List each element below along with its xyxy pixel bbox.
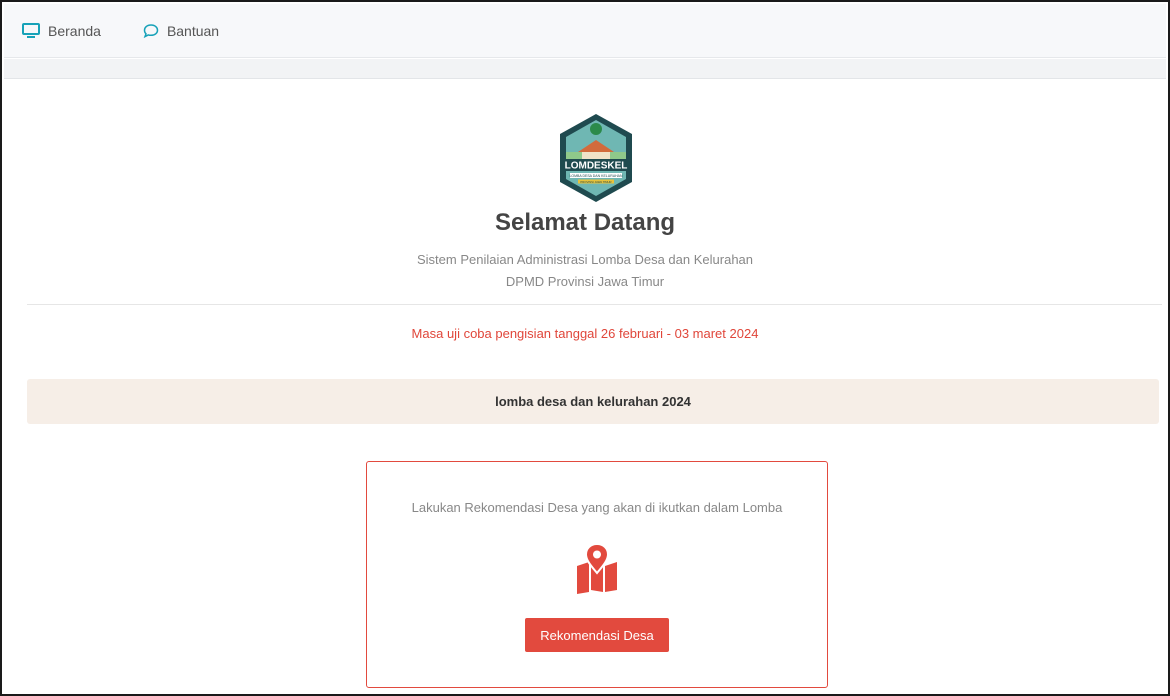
top-navbar: Beranda Bantuan [4,4,1166,58]
map-pin-icon [571,542,623,594]
rekomendasi-desa-button[interactable]: Rekomendasi Desa [525,618,669,652]
recommendation-card-text: Lakukan Rekomendasi Desa yang akan di ik… [411,500,783,515]
trial-period-notice: Masa uji coba pengisian tanggal 26 febru… [411,326,759,341]
welcome-subtitle-line1: Sistem Penilaian Administrasi Lomba Desa… [416,252,754,267]
competition-banner-label: lomba desa dan kelurahan 2024 [495,394,691,409]
competition-banner: lomba desa dan kelurahan 2024 [27,379,1159,424]
speech-bubble-icon [143,23,159,39]
logo-text: LOMDESKEL [565,161,628,172]
lomdeskel-logo: LOMDESKEL LOMBA DESA DAN KELURAHAN PROVI… [556,112,636,204]
nav-beranda-label: Beranda [48,22,101,39]
monitor-icon [22,22,40,39]
divider [27,304,1162,305]
welcome-subtitle-line2: DPMD Provinsi Jawa Timur [505,274,665,289]
welcome-title: Selamat Datang [494,209,676,236]
logo-sub: PROVINSI JAWA TIMUR [580,180,611,184]
nav-bantuan-label: Bantuan [166,22,220,39]
sub-header-strip [4,59,1166,79]
nav-beranda[interactable]: Beranda [22,22,101,39]
page-frame: Beranda Bantuan LOMDESKEL LOMBA DESA DAN… [0,0,1170,696]
logo-tagline: LOMBA DESA DAN KELURAHAN [569,174,623,178]
nav-bantuan[interactable]: Bantuan [143,23,219,39]
recommendation-card: Lakukan Rekomendasi Desa yang akan di ik… [366,461,828,688]
